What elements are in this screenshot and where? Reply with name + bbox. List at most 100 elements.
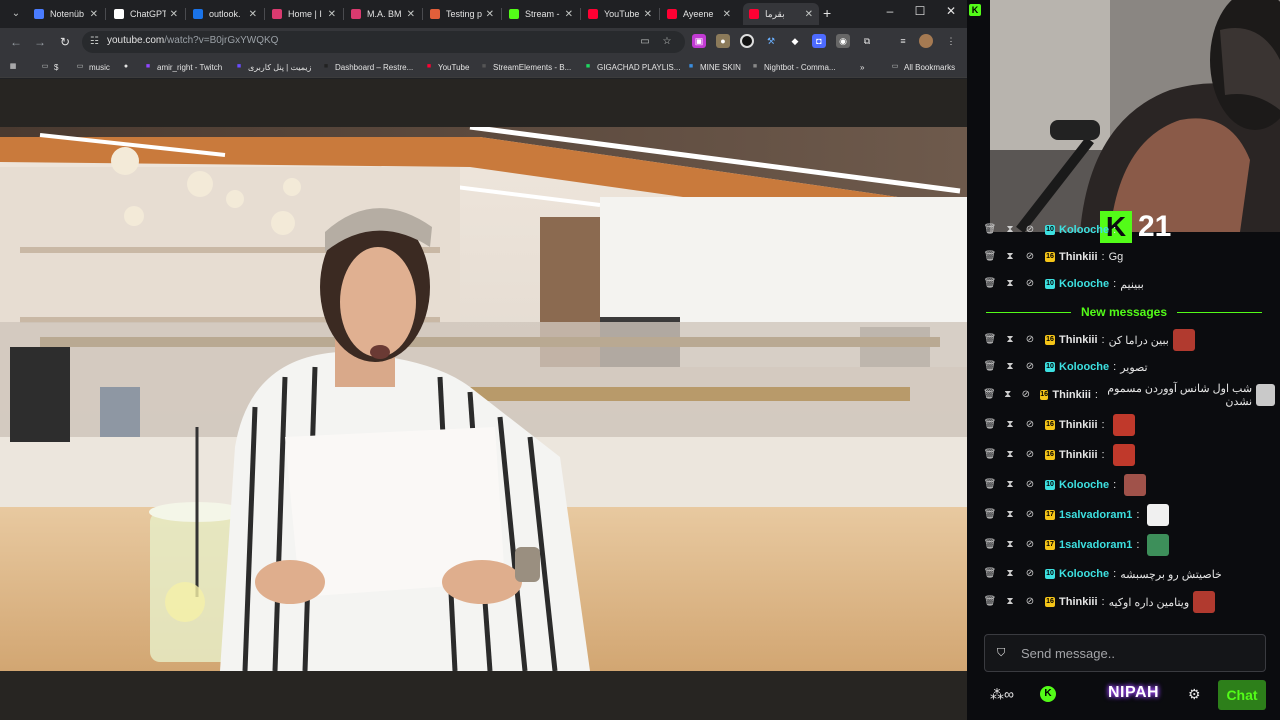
bookmark-star-icon[interactable]: ☆ [660,35,674,49]
timeout-hourglass-icon[interactable]: ⧗ [1003,418,1017,432]
chat-message[interactable]: 🗑 ⧗ ⊘ 16 Thinkiii: Gg [977,245,1275,269]
extensions-puzzle-icon[interactable]: ⧉ [860,34,874,48]
tab-close-icon[interactable]: ✕ [565,9,573,20]
tab-3[interactable]: Home | I ✕ [266,3,342,25]
tab-6[interactable]: Stream - ✕ [503,3,579,25]
tab-close-icon[interactable]: ✕ [328,9,336,20]
timeout-hourglass-icon[interactable]: ⧗ [1003,448,1017,462]
new-tab-button[interactable]: + [823,5,831,21]
chat-message[interactable]: 🗑 ⧗ ⊘ 16 Thinkiii: ببین دراما کن [977,328,1275,352]
reading-list-icon[interactable]: ≡ [896,34,910,48]
bookmark-0[interactable]: ▭ $ [40,60,59,74]
extension-diamond-icon[interactable]: ◆ [788,34,802,48]
ban-icon[interactable]: ⊘ [1023,595,1037,609]
tab-7[interactable]: YouTube ✕ [582,3,658,25]
chat-message[interactable]: 🗑 ⧗ ⊘ 16 Thinkiii: [977,443,1275,467]
delete-trash-icon[interactable]: 🗑 [983,418,997,432]
chat-username[interactable]: Kolooche [1059,278,1109,290]
tab-close-icon[interactable]: ✕ [644,9,652,20]
extension-tool-icon[interactable]: ⚒ [764,34,778,48]
chat-username[interactable]: 1salvadoram1 [1059,509,1132,521]
timeout-hourglass-icon[interactable]: ⧗ [1002,388,1014,402]
minimize-button[interactable]: – [880,4,900,18]
delete-trash-icon[interactable]: 🗑 [983,277,997,291]
ban-icon[interactable]: ⊘ [1023,277,1037,291]
youtube-player[interactable] [0,79,967,720]
kick-emotes-icon[interactable]: K [1040,686,1056,702]
timeout-hourglass-icon[interactable]: ⧗ [1003,478,1017,492]
address-bar[interactable]: ☷ youtube.com/watch?v=B0jrGxYWQKQ ▭ ☆ [82,31,685,53]
extension-circle-icon[interactable] [740,34,754,48]
delete-trash-icon[interactable]: 🗑 [983,478,997,492]
ban-icon[interactable]: ⊘ [1023,333,1037,347]
bookmark-4[interactable]: ■ زیمیت | پنل کاربری [234,60,312,74]
chat-emote-image[interactable] [1112,444,1135,466]
apps-grid-icon[interactable]: ▦ [8,60,22,74]
chat-username[interactable]: Thinkiii [1059,449,1098,461]
tab-9[interactable]: بقرما ✕ [743,3,819,25]
chat-emote-image[interactable] [1193,591,1216,613]
timeout-hourglass-icon[interactable]: ⧗ [1003,277,1017,291]
chat-message[interactable]: 🗑 ⧗ ⊘ 10 Kolooche: ببینیم [977,272,1275,296]
chat-message[interactable]: 🗑 ⧗ ⊘ 10 Kolooche: [977,473,1275,497]
timeout-hourglass-icon[interactable]: ⧗ [1003,360,1017,374]
tab-close-icon[interactable]: ✕ [170,9,178,20]
delete-trash-icon[interactable]: 🗑 [983,538,997,552]
ban-icon[interactable]: ⊘ [1023,448,1037,462]
url-text[interactable]: youtube.com/watch?v=B0jrGxYWQKQ [107,35,278,46]
tab-close-icon[interactable]: ✕ [805,9,813,20]
chat-username[interactable]: Thinkiii [1059,419,1098,431]
close-window-button[interactable]: ✕ [941,4,961,18]
chat-message[interactable]: 🗑 ⧗ ⊘ 16 Thinkiii: ویتامین داره اوکیه [977,590,1275,614]
timeout-hourglass-icon[interactable]: ⧗ [1003,508,1017,522]
video-frame[interactable] [0,127,967,671]
bookmark-5[interactable]: ■ Dashboard – Restre... [321,60,413,74]
chat-message[interactable]: 🗑 ⧗ ⊘ 16 Thinkiii: شب اول شانس آووردن مسموم ن… [977,383,1276,408]
tab-search-icon[interactable]: ⌄ [8,6,24,22]
bookmark-9[interactable]: ■ MINE SKIN [686,60,741,74]
tab-8[interactable]: Ayeene ✕ [661,3,737,25]
tab-close-icon[interactable]: ✕ [90,9,98,20]
site-info-icon[interactable]: ☷ [90,36,102,48]
tab-0[interactable]: Notenüb ✕ [28,3,104,25]
settings-gear-icon[interactable]: ⚙ [1188,686,1201,703]
bookmark-8[interactable]: ■ GIGACHAD PLAYLIS... [583,60,681,74]
tab-5[interactable]: Testing p ✕ [424,3,500,25]
bookmark-3[interactable]: ■ amir_right - Twitch [143,60,222,74]
cast-icon[interactable]: ▭ [638,35,652,49]
reload-button[interactable]: ↻ [57,34,73,50]
ban-icon[interactable]: ⊘ [1023,360,1037,374]
ban-icon[interactable]: ⊘ [1023,250,1037,264]
chat-input[interactable]: ⛉ Send message.. [984,634,1266,672]
menu-kebab-icon[interactable]: ⋮ [944,34,958,48]
forward-button[interactable]: → [32,34,48,50]
profile-avatar-icon[interactable] [919,34,933,48]
chat-message[interactable]: 🗑 ⧗ ⊘ 17 1salvadoram1: [977,533,1275,557]
delete-trash-icon[interactable]: 🗑 [983,333,997,347]
chat-emote-image[interactable] [1112,414,1135,436]
ban-icon[interactable]: ⊘ [1023,538,1037,552]
ban-icon[interactable]: ⊘ [1023,567,1037,581]
tab-close-icon[interactable]: ✕ [249,9,257,20]
delete-trash-icon[interactable]: 🗑 [983,250,997,264]
chat-message[interactable]: 🗑 ⧗ ⊘ 10 Kolooche: خاصیتش رو برچسبشه [977,562,1275,586]
chat-emote-image[interactable] [1124,474,1147,496]
extension-puzzle-icon-2[interactable]: ◉ [836,34,850,48]
chat-emote-image[interactable] [1147,534,1170,556]
tab-close-icon[interactable]: ✕ [723,9,731,20]
chat-send-button[interactable]: Chat [1218,680,1266,710]
maximize-button[interactable]: ☐ [910,4,930,18]
chat-message[interactable]: 🗑 ⧗ ⊘ 16 Thinkiii: [977,413,1275,437]
bookmark-7[interactable]: ■ StreamElements - B... [479,60,571,74]
tab-close-icon[interactable]: ✕ [407,9,415,20]
bookmark-1[interactable]: ▭ music [75,60,110,74]
timeout-hourglass-icon[interactable]: ⧗ [1003,595,1017,609]
timeout-hourglass-icon[interactable]: ⧗ [1003,250,1017,264]
delete-trash-icon[interactable]: 🗑 [983,388,996,402]
shield-icon[interactable]: ⛉ [997,646,1011,660]
delete-trash-icon[interactable]: 🗑 [983,508,997,522]
chat-username[interactable]: 1salvadoram1 [1059,539,1132,551]
chat-message-list[interactable]: 🗑 ⧗ ⊘ 10 Kolooche: 🗑 ⧗ ⊘ 16 Thinkiii: Gg 🗑 ⧗ ⊘ 10 Koloo… [977,218,1276,628]
ban-icon[interactable]: ⊘ [1020,388,1032,402]
bookmark-10[interactable]: ■ Nightbot - Comma... [750,60,836,74]
